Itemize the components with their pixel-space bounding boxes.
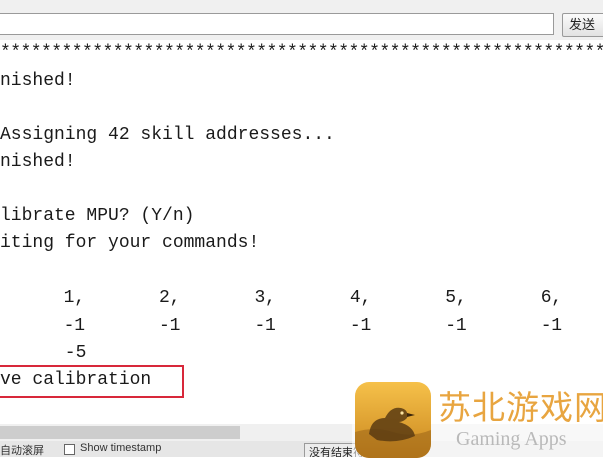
output-line: librate MPU? (Y/n)	[0, 206, 195, 226]
output-line: nished!	[0, 152, 76, 172]
output-line: Assigning 42 skill addresses...	[0, 125, 335, 145]
output-line: -5	[0, 343, 87, 363]
watermark-title: 苏北游戏网	[438, 389, 603, 426]
timestamp-checkbox[interactable]	[64, 444, 75, 455]
send-input[interactable]	[0, 13, 554, 35]
autoscroll-label[interactable]: 自动滚屏	[0, 442, 44, 457]
timestamp-label: Show timestamp	[80, 442, 162, 454]
scrollbar-thumb[interactable]	[0, 426, 240, 439]
duck-logo-icon	[355, 382, 431, 458]
watermark: 苏北游戏网 Gaming Apps	[352, 378, 603, 458]
output-line: 1, 2, 3, 4, 5, 6,	[0, 288, 562, 308]
highlight-box	[0, 365, 184, 398]
watermark-subtitle: Gaming Apps	[456, 428, 567, 450]
send-toolbar: 发送	[0, 0, 603, 40]
output-line: -1 -1 -1 -1 -1 -1	[0, 316, 562, 336]
separator-line: ****************************************…	[0, 43, 603, 63]
output-line: iting for your commands!	[0, 233, 260, 253]
output-line: nished!	[0, 71, 76, 91]
send-button[interactable]: 发送	[562, 13, 603, 37]
